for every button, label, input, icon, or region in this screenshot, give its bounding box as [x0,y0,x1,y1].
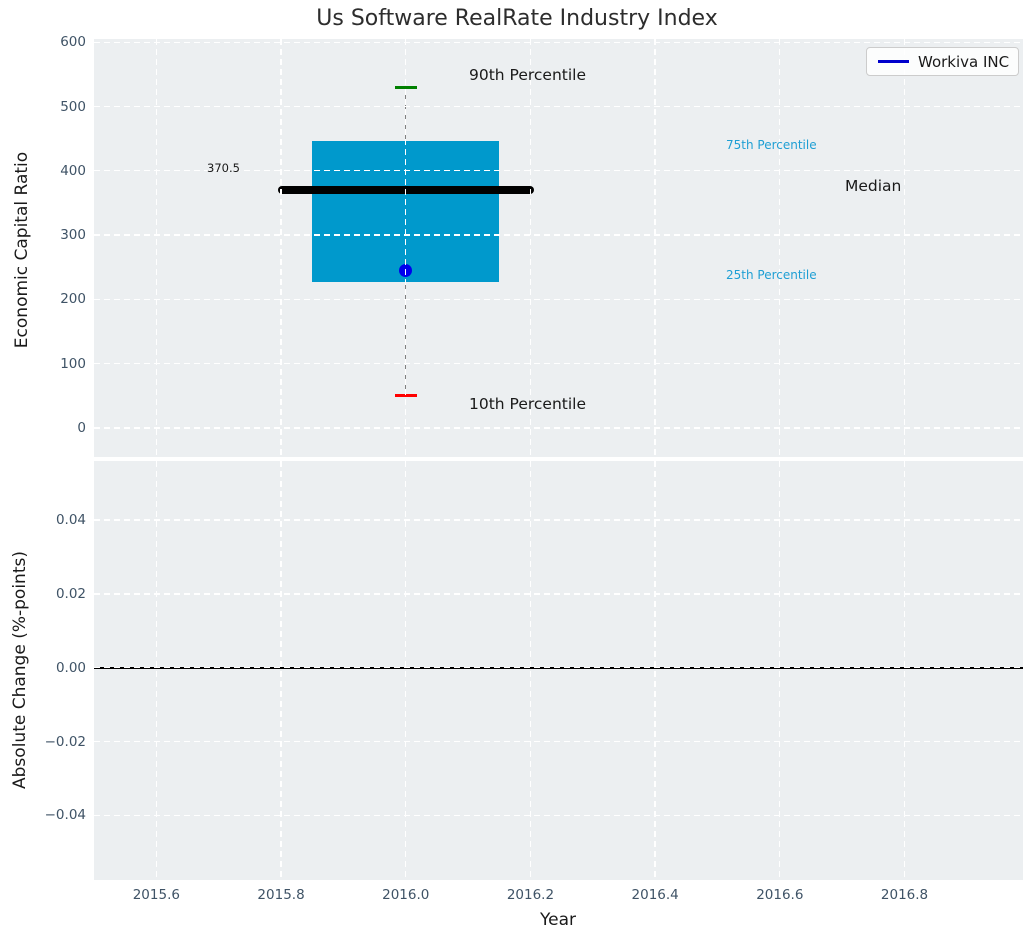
y-tick-label: 0 [77,420,86,437]
x-tick-label: 2016.6 [756,887,804,903]
x-axis-label: Year [540,910,576,930]
annotation-90th-percentile: 90th Percentile [469,66,587,84]
y-tick-label: 300 [60,227,86,244]
y-tick-label: 600 [60,34,86,51]
annotation-75th-percentile: 75th Percentile [726,138,817,152]
x-tick-label: 2016.4 [631,887,679,903]
x-tick-label: 2016.0 [382,887,430,903]
y-tick-label: 0.02 [55,585,86,602]
x-tick-label: 2016.2 [506,887,555,903]
y-tick-label: −0.04 [44,807,86,824]
annotation-25th-percentile: 25th Percentile [726,268,817,282]
annotation-10th-percentile: 10th Percentile [469,395,587,413]
x-tick-label: 2015.8 [257,887,305,903]
bottom-plot-panel [94,461,1023,880]
y-tick-label: 0.00 [55,659,86,676]
y-tick-label: −0.02 [44,733,86,750]
x-tick-label: 2016.8 [880,887,929,903]
annotation-median: Median [845,177,902,195]
figure: Us Software RealRate Industry Index 90th… [0,0,1034,942]
y-tick-label: 0.04 [55,512,86,529]
annotation-median-value: 370.5 [207,161,240,175]
y-tick-label: 500 [60,98,86,115]
legend: Workiva INC [866,47,1019,76]
y-tick-label: 100 [60,355,86,372]
legend-label: Workiva INC [918,52,1010,71]
y-tick-label: 400 [60,162,86,179]
y-tick-label: 200 [60,291,86,308]
legend-line-sample [878,60,909,63]
chart-title: Us Software RealRate Industry Index [316,6,718,31]
x-tick-label: 2015.6 [132,887,180,903]
